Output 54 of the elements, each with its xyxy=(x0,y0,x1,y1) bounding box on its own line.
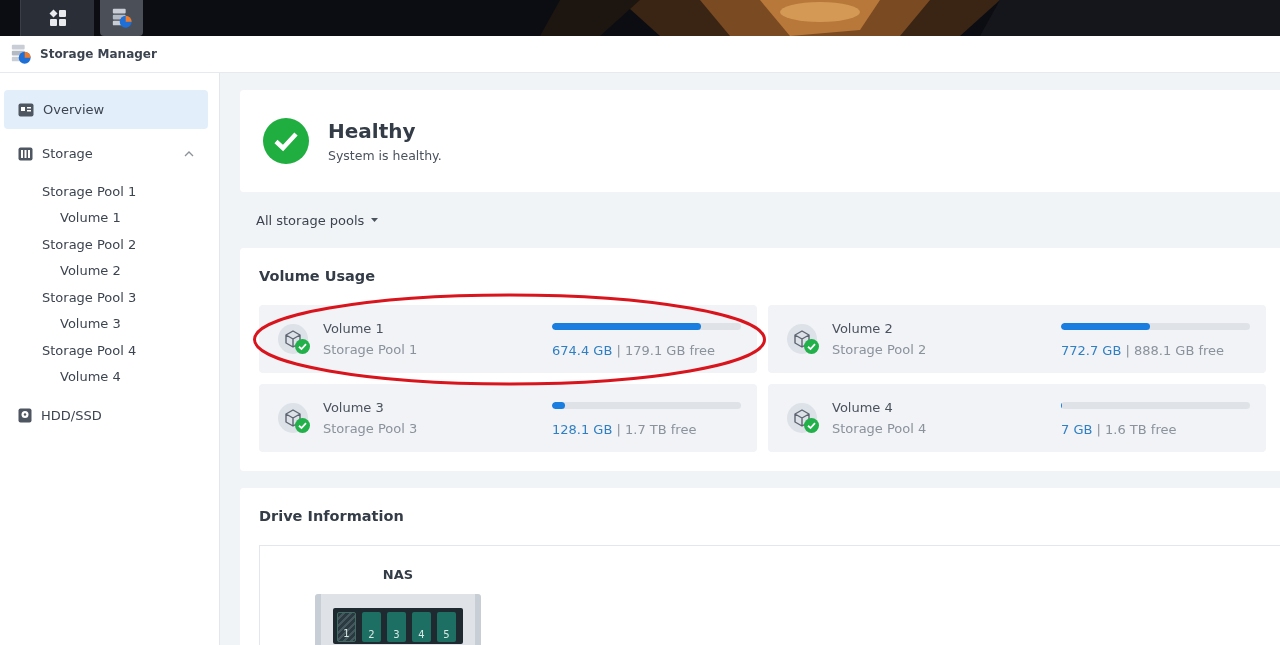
volume-card[interactable]: Volume 3 Storage Pool 3 128.1 GB | 1.7 TB free xyxy=(259,384,757,452)
usage-text: 128.1 GB | 1.7 TB free xyxy=(552,421,698,437)
chevron-up-icon xyxy=(184,150,194,157)
volume-name: Volume 4 xyxy=(832,400,894,415)
sidebar-item[interactable]: Overview xyxy=(4,90,208,129)
section-title: Volume Usage xyxy=(259,267,377,286)
caret-down-icon xyxy=(371,218,379,222)
usage-text: 772.7 GB | 888.1 GB free xyxy=(1061,342,1226,358)
usage-text: 7 GB | 1.6 TB free xyxy=(1061,421,1178,437)
pool-name: Storage Pool 2 xyxy=(832,342,928,357)
sidebar-subitem[interactable]: Storage Pool 2 xyxy=(0,231,219,258)
sidebar-subitem[interactable]: Volume 2 xyxy=(0,257,219,284)
volume-name: Volume 1 xyxy=(323,321,385,336)
storage-app-icon xyxy=(110,7,133,29)
volume-card[interactable]: Volume 4 Storage Pool 4 7 GB | 1.6 TB free xyxy=(768,384,1266,452)
sidebar-item[interactable]: HDD/SSD xyxy=(4,396,208,435)
volume-name: Volume 2 xyxy=(832,321,894,336)
sidebar-subitem[interactable]: Volume 1 xyxy=(0,204,219,231)
taskbar-app-button[interactable] xyxy=(100,0,143,36)
drive-bay[interactable]: 2 xyxy=(362,612,381,642)
overview-icon xyxy=(18,102,34,117)
sidebar-subitem[interactable]: Storage Pool 4 xyxy=(0,337,219,364)
drive-icon xyxy=(18,408,32,423)
window-title: Storage Manager xyxy=(40,47,157,61)
check-icon xyxy=(804,418,819,433)
volume-card[interactable]: Volume 2 Storage Pool 2 772.7 GB | 888.1 GB free xyxy=(768,305,1266,373)
section-title: Drive Information xyxy=(259,507,405,526)
drive-bay[interactable]: 1 xyxy=(337,612,356,642)
check-icon xyxy=(295,418,310,433)
usage-text: 674.4 GB | 179.1 GB free xyxy=(552,342,717,358)
sidebar-subitem[interactable]: Storage Pool 1 xyxy=(0,178,219,205)
volume-name: Volume 3 xyxy=(323,400,385,415)
pool-name: Storage Pool 3 xyxy=(323,421,419,436)
check-icon xyxy=(263,118,309,164)
sidebar-item[interactable]: Storage xyxy=(4,134,208,173)
grid-icon xyxy=(48,9,67,27)
status-title: Healthy xyxy=(328,119,417,143)
sidebar-subitem[interactable]: Storage Pool 3 xyxy=(0,284,219,311)
drive-bay[interactable]: 4 xyxy=(412,612,431,642)
drive-bay[interactable]: 5 xyxy=(437,612,456,642)
device-name: NAS xyxy=(381,567,415,582)
pool-filter-dropdown[interactable]: All storage pools xyxy=(256,212,379,228)
storage-icon xyxy=(18,146,33,161)
check-icon xyxy=(804,339,819,354)
pool-name: Storage Pool 1 xyxy=(323,342,419,357)
taskbar-app-button[interactable] xyxy=(20,0,94,36)
sidebar-subitem[interactable]: Volume 4 xyxy=(0,363,219,390)
pool-name: Storage Pool 4 xyxy=(832,421,928,436)
sidebar-subitem[interactable]: Volume 3 xyxy=(0,310,219,337)
storage-manager-icon xyxy=(10,43,32,65)
check-icon xyxy=(295,339,310,354)
status-message: System is healthy. xyxy=(328,148,442,163)
volume-card[interactable]: Volume 1 Storage Pool 1 674.4 GB | 179.1 GB free xyxy=(259,305,757,373)
drive-bay[interactable]: 3 xyxy=(387,612,406,642)
